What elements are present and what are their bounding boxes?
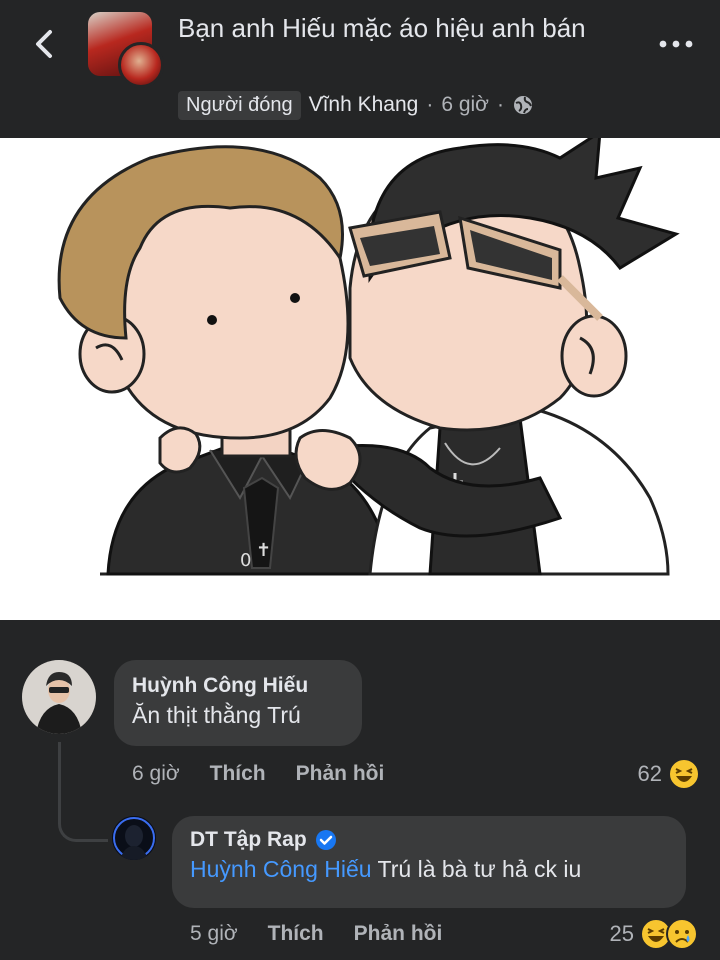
reply-like-button[interactable]: Thích	[268, 922, 324, 946]
meta-separator: ·	[426, 93, 434, 116]
group-avatar[interactable]	[88, 12, 164, 88]
reply-text-line: Huỳnh Công Hiếu Trú là bà tư hả ck iu	[190, 856, 668, 883]
cartoon-kiss-illustration: 0 ✝	[57, 129, 680, 576]
more-dots-icon[interactable]	[658, 36, 694, 52]
comment-time[interactable]: 6 giờ	[132, 762, 180, 786]
globe-icon	[513, 96, 532, 114]
reaction-summary[interactable]: 62	[638, 758, 700, 790]
poster-avatar	[118, 42, 164, 88]
svg-text:0: 0	[240, 550, 251, 571]
reply-reply-button[interactable]: Phản hồi	[354, 922, 443, 946]
commenter-avatar-image	[22, 660, 96, 734]
reaction-count: 62	[637, 761, 662, 786]
reply-reaction-count: 25	[609, 921, 634, 946]
reply-author[interactable]: DT Tập Rap	[190, 828, 307, 852]
haha-emoji-icon	[668, 758, 700, 790]
post-image[interactable]: 0 ✝	[0, 129, 720, 620]
reply-thread-line	[58, 742, 108, 842]
post-header: Bạn anh Hiếu mặc áo hiệu anh bán Người đ…	[0, 0, 720, 138]
chevron-left-icon[interactable]	[28, 26, 64, 62]
verified-badge-icon	[315, 830, 336, 850]
like-button[interactable]: Thích	[210, 762, 266, 786]
sad-emoji-icon	[666, 918, 698, 950]
meta-separator-2: ·	[496, 93, 504, 116]
comment-actions: 6 giờ Thích Phản hồi	[132, 762, 384, 786]
reply-actions: 5 giờ Thích Phản hồi	[190, 922, 442, 946]
post-meta: Người đóng Vĩnh Khang · 6 giờ ·	[178, 88, 534, 122]
reply-bubble[interactable]: DT Tập Rap Huỳnh Công Hiếu Trú là bà tư …	[172, 816, 686, 908]
reply-avatar-image	[112, 816, 156, 860]
comment-bubble[interactable]: Huỳnh Công Hiếu Ăn thịt thằng Trú	[114, 660, 362, 746]
svg-text:✝: ✝	[256, 540, 271, 561]
reply-button[interactable]: Phản hồi	[296, 762, 385, 786]
reply-avatar[interactable]	[112, 816, 156, 860]
reply-reaction-summary[interactable]: 25	[610, 918, 698, 950]
commenter-avatar[interactable]	[22, 660, 96, 734]
post-time[interactable]: 6 giờ	[441, 93, 489, 117]
post-title: Bạn anh Hiếu mặc áo hiệu anh bán	[178, 13, 586, 43]
mention-link[interactable]: Huỳnh Công Hiếu	[190, 856, 372, 882]
comments-section: Huỳnh Công Hiếu Ăn thịt thằng Trú 6 giờ …	[0, 620, 720, 960]
reply-time[interactable]: 5 giờ	[190, 922, 238, 946]
role-badge: Người đóng	[178, 90, 301, 120]
comment-text: Ăn thịt thằng Trú	[132, 702, 301, 728]
comment-author[interactable]: Huỳnh Công Hiếu	[132, 674, 344, 698]
post-author[interactable]: Vĩnh Khang	[309, 93, 419, 117]
reply-text: Trú là bà tư hả ck iu	[377, 856, 582, 882]
